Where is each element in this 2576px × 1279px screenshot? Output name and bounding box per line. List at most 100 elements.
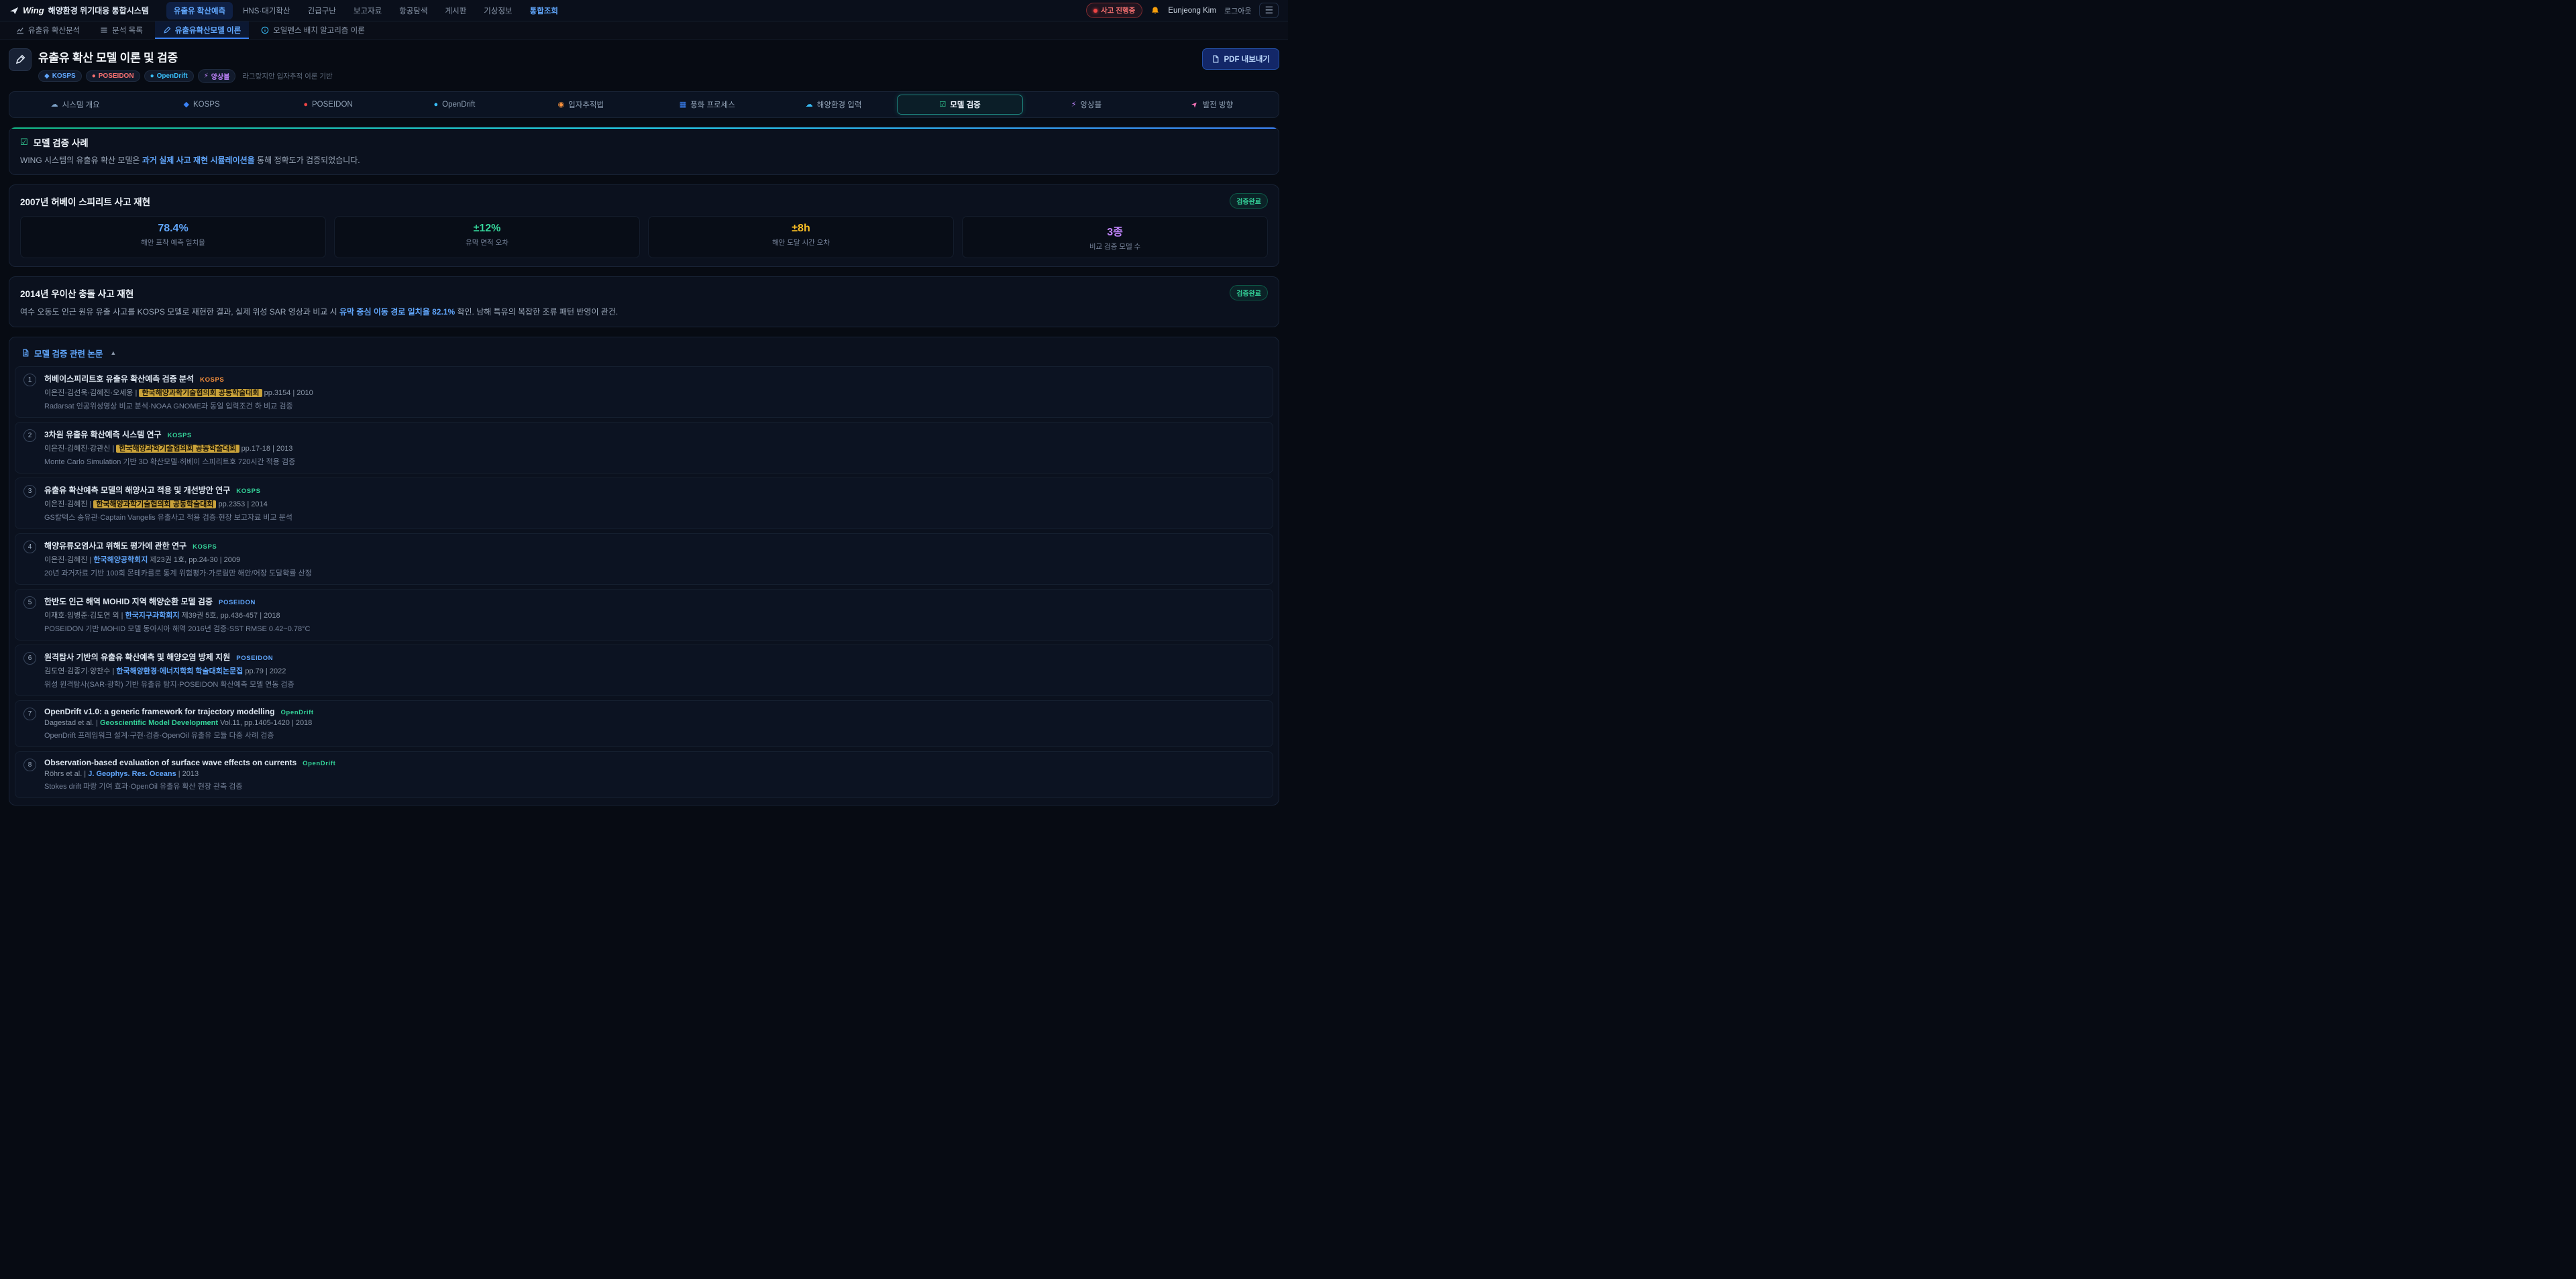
paper-row-3[interactable]: 3 유출유 확산예측 모델의 해양사고 적용 및 개선방안 연구 KOSPS 이… [15, 478, 1273, 529]
stat-arrival-time-error: ±8h 해안 도달 시간 오차 [648, 216, 954, 258]
stat-model-count: 3종 비교 검증 모델 수 [962, 216, 1268, 258]
subtab-spill-analysis[interactable]: 유출유 확산분석 [8, 21, 88, 39]
paper-row-4[interactable]: 4 해양유류오염사고 위해도 평가에 관한 연구 KOSPS 이은진·김혜진 |… [15, 533, 1273, 585]
subtab-oil-fence-theory[interactable]: 오일펜스 배치 알고리즘 이론 [253, 21, 373, 39]
case2-card: 2014년 우이산 충돌 사고 재현 검증완료 여수 오동도 인근 원유 유출 … [9, 276, 1279, 327]
paper-meta: 이은진·김혜진·강관신 | 한국해양과학기술협의회 공동학술대회 pp.17-1… [44, 443, 295, 453]
brand[interactable]: Wing 해양환경 위기대응 통합시스템 [9, 5, 149, 16]
paper-row-5[interactable]: 5 한반도 인근 해역 MOHID 지역 해양순환 모델 검증 POSEIDON… [15, 589, 1273, 641]
paper-number: 8 [23, 759, 36, 771]
paper-row-8[interactable]: 8 Observation-based evaluation of surfac… [15, 751, 1273, 798]
logout-button[interactable]: 로그아웃 [1224, 5, 1251, 16]
paper-journal[interactable]: 한국해양환경·에너지학회 학술대회논문집 [116, 667, 243, 675]
paper-journal[interactable]: 한국해양과학기술협의회 공동학술대회 [139, 389, 262, 397]
paper-number: 2 [23, 429, 36, 442]
grid-icon: ▦ [680, 101, 686, 109]
nav-item-emergency-rescue[interactable]: 긴급구난 [301, 2, 343, 19]
paper-title: 유출유 확산예측 모델의 해양사고 적용 및 개선방안 연구 [44, 484, 230, 496]
paper-journal[interactable]: 한국지구과학회지 [125, 612, 180, 620]
section-tab-ocean-env-input[interactable]: ☁ 해양환경 입력 [770, 95, 896, 115]
paper-row-6[interactable]: 6 원격탐사 기반의 유출유 확산예측 및 해양오염 방제 지원 POSEIDO… [15, 645, 1273, 696]
app-title: 해양환경 위기대응 통합시스템 [48, 5, 149, 16]
stat-slick-area-error: ±12% 유막 면적 오차 [334, 216, 640, 258]
section-tab-kosps[interactable]: ◆ KOSPS [138, 96, 264, 113]
subtab-spill-model-theory[interactable]: 유출유확산모델 이론 [155, 21, 249, 39]
paper-row-1[interactable]: 1 허베이스피리트호 유출유 확산예측 검증 분석 KOSPS 이은진·김선욱·… [15, 366, 1273, 418]
paper-journal[interactable]: Geoscientific Model Development [100, 719, 218, 727]
menu-icon[interactable]: ☰ [1259, 3, 1279, 18]
nav-item-hns-air-diffusion[interactable]: HNS·대기확산 [235, 2, 297, 19]
stat-label: 유막 면적 오차 [340, 237, 634, 247]
diamond-icon: ◆ [44, 72, 50, 80]
blue-dot-icon: ● [433, 101, 438, 109]
section-tab-system-overview[interactable]: ☁ 시스템 개요 [12, 95, 138, 115]
section-tab-particle-tracking[interactable]: ◉ 입자추적법 [518, 95, 644, 115]
section-tab-ensemble[interactable]: ⚡ 앙상블 [1023, 95, 1149, 115]
paper-number: 6 [23, 652, 36, 665]
case1-card: 2007년 허베이 스피리트 사고 재현 검증완료 78.4% 해안 표착 예측… [9, 184, 1279, 267]
paper-journal[interactable]: 한국해양공학회지 [93, 556, 148, 564]
subtab-analysis-list[interactable]: 분석 목록 [92, 21, 151, 39]
stat-label: 해안 표착 예측 일치율 [26, 237, 320, 247]
nav-item-board[interactable]: 게시판 [438, 2, 474, 19]
red-dot-icon: ● [303, 101, 308, 109]
model-badge-row: ◆ KOSPS ● POSEIDON ● OpenDrift ⚡ 앙상블 라그랑… [38, 69, 333, 83]
papers-card: 모델 검증 관련 논문 ▲ 1 허베이스피리트호 유출유 확산예측 검증 분석 … [9, 337, 1279, 805]
page-title-block: 유출유 확산 모델 이론 및 검증 ◆ KOSPS ● POSEIDON ● O… [38, 48, 333, 83]
paper-row-2[interactable]: 2 3차원 유출유 확산예측 시스템 연구 KOSPS 이은진·김혜진·강관신 … [15, 422, 1273, 474]
model-badge-kosps: ◆ KOSPS [38, 70, 82, 82]
paper-model-tag: KOSPS [236, 488, 260, 495]
paper-journal[interactable]: J. Geophys. Res. Oceans [88, 770, 176, 778]
paper-title: 3차원 유출유 확산예측 시스템 연구 [44, 429, 162, 440]
paper-meta: 김도연·김종기·양찬수 | 한국해양환경·에너지학회 학술대회논문집 pp.79… [44, 665, 294, 676]
paper-title: 한반도 인근 해역 MOHID 지역 해양순환 모델 검증 [44, 596, 213, 607]
stat-value: ±8h [654, 223, 948, 235]
section-tab-opendrift[interactable]: ● OpenDrift [391, 96, 517, 113]
paper-row-7[interactable]: 7 OpenDrift v1.0: a generic framework fo… [15, 700, 1273, 747]
collapse-icon[interactable]: ▲ [110, 349, 116, 356]
nav-item-reports[interactable]: 보고자료 [346, 2, 389, 19]
paper-description: 20년 과거자료 기반 100회 몬테카를로 통계 위험평가·가로림만 해안/어… [44, 567, 312, 578]
notification-bell-icon[interactable] [1150, 6, 1160, 15]
pdf-export-button[interactable]: PDF 내보내기 [1202, 48, 1279, 70]
intro-link-text: 과거 실제 사고 재현 시뮬레이션을 [142, 156, 255, 165]
case1-title: 2007년 허베이 스피리트 사고 재현 [20, 194, 150, 208]
nav-item-integrated-search[interactable]: 통합조회 [523, 2, 566, 19]
section-tab-model-validation[interactable]: ☑ 모델 검증 [897, 95, 1023, 115]
cloud-icon: ☁ [51, 101, 58, 109]
nav-item-oil-spill-prediction[interactable]: 유출유 확산예측 [166, 2, 233, 19]
nav-item-weather-info[interactable]: 기상정보 [476, 2, 519, 19]
nav-item-aerial-search[interactable]: 항공탐색 [392, 2, 435, 19]
pen-icon [163, 26, 171, 34]
section-tab-weathering-process[interactable]: ▦ 풍화 프로세스 [644, 95, 770, 115]
paper-title: OpenDrift v1.0: a generic framework for … [44, 707, 274, 716]
stat-value: 3종 [968, 223, 1262, 239]
paper-number: 5 [23, 596, 36, 609]
main-nav: 유출유 확산예측 HNS·대기확산 긴급구난 보고자료 항공탐색 게시판 기상정… [166, 2, 566, 19]
model-badge-ensemble: ⚡ 앙상블 [198, 69, 236, 83]
info-icon [261, 26, 269, 34]
paper-number: 4 [23, 541, 36, 553]
stat-landfall-match: 78.4% 해안 표착 예측 일치율 [20, 216, 326, 258]
paper-description: GS칼텍스 송유관·Captain Vangelis 유출사고 적용 검증·현장… [44, 512, 292, 522]
section-tab-poseidon[interactable]: ● POSEIDON [265, 96, 391, 113]
main-content: 유출유 확산 모델 이론 및 검증 ◆ KOSPS ● POSEIDON ● O… [0, 40, 1288, 820]
case2-highlight: 유막 중심 이동 경로 일치율 82.1% [339, 307, 455, 317]
document-icon [1212, 55, 1220, 63]
paper-title: Observation-based evaluation of surface … [44, 758, 297, 767]
circle-icon: ● [150, 72, 154, 80]
incident-status-label: 사고 진행중 [1101, 5, 1135, 15]
section-tab-future-direction[interactable]: ➤ 발전 방향 [1150, 95, 1276, 115]
paper-description: OpenDrift 프레임워크 설계·구현·검증·OpenOil 유출유 모듈 … [44, 730, 314, 740]
papers-header[interactable]: 모델 검증 관련 논문 ▲ [15, 341, 1273, 362]
topnav-right: 사고 진행중 Eunjeong Kim 로그아웃 ☰ [1086, 3, 1279, 18]
particle-icon: ◉ [558, 101, 565, 109]
paper-journal[interactable]: 한국해양과학기술협의회 공동학술대회 [93, 500, 216, 508]
stat-value: 78.4% [26, 223, 320, 235]
stat-label: 비교 검증 모델 수 [968, 241, 1262, 252]
incident-status-badge[interactable]: 사고 진행중 [1086, 3, 1142, 18]
document-icon [21, 349, 30, 357]
paper-journal[interactable]: 한국해양과학기술협의회 공동학술대회 [116, 445, 239, 453]
paper-description: Monte Carlo Simulation 기반 3D 확산모델·허베이 스피… [44, 456, 295, 467]
paper-description: Stokes drift 파랑 기여 효과·OpenOil 유출유 확산 현장 … [44, 781, 335, 791]
